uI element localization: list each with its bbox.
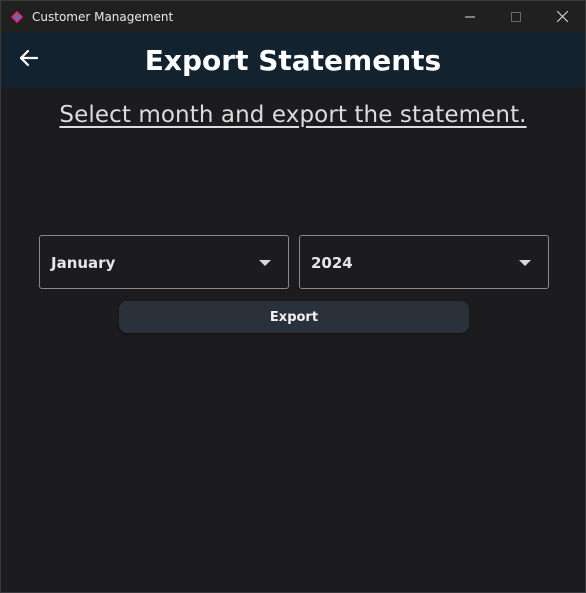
app-bar: Export Statements [1, 32, 585, 88]
minimize-button[interactable] [447, 1, 493, 32]
close-button[interactable] [539, 1, 585, 32]
month-dropdown[interactable]: January [39, 235, 289, 289]
maximize-icon [511, 7, 521, 26]
back-button[interactable] [15, 46, 43, 74]
page-title: Export Statements [144, 44, 442, 77]
title-bar: Customer Management [1, 1, 585, 32]
window-title: Customer Management [32, 10, 174, 24]
instruction-text: Select month and export the statement. [59, 102, 527, 128]
caret-down-icon [519, 260, 531, 266]
export-button[interactable]: Export [119, 301, 469, 333]
maximize-button[interactable] [493, 1, 539, 32]
minimize-icon [465, 7, 475, 26]
arrow-left-icon [19, 48, 39, 72]
year-dropdown-value: 2024 [311, 254, 353, 272]
month-dropdown-value: January [51, 254, 116, 272]
app-icon [10, 9, 24, 23]
caret-down-icon [259, 260, 271, 266]
app-window: Customer Management Export Statements Se… [0, 0, 586, 593]
year-dropdown[interactable]: 2024 [299, 235, 549, 289]
close-icon [556, 7, 568, 26]
